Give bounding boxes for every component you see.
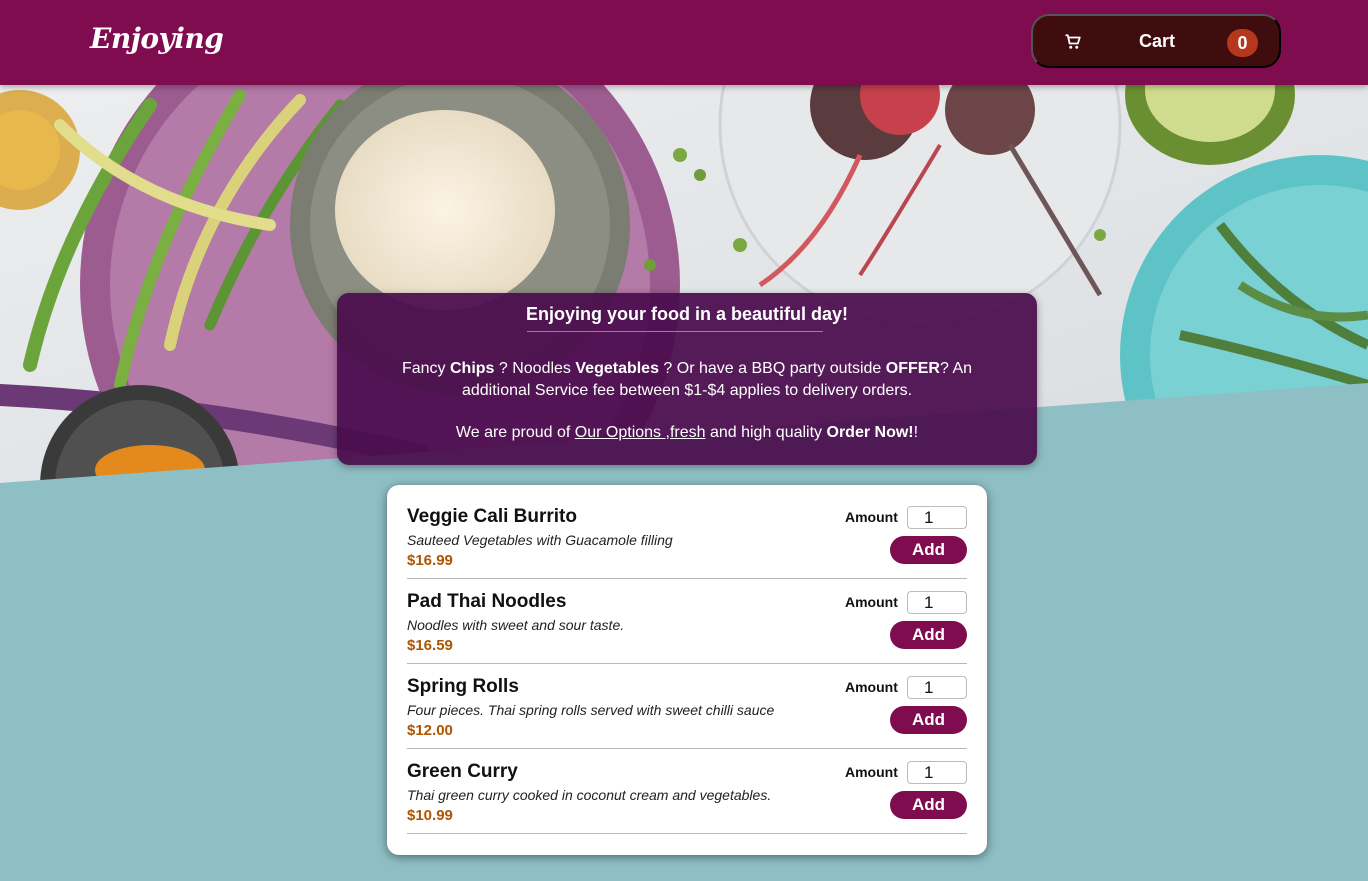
cart-button[interactable]: Cart 0 [1031, 14, 1281, 68]
meal-name: Green Curry [407, 761, 518, 782]
meals-card: Veggie Cali Burrito Sauteed Vegetables w… [387, 485, 987, 855]
amount-input[interactable] [907, 506, 967, 529]
add-button[interactable]: Add [890, 536, 967, 564]
add-button[interactable]: Add [890, 791, 967, 819]
amount-input[interactable] [907, 591, 967, 614]
meal-name: Spring Rolls [407, 676, 519, 697]
amount-input[interactable] [907, 676, 967, 699]
logo[interactable]: Enjoying [90, 22, 224, 55]
amount-label: Amount [845, 594, 898, 610]
shopping-cart-icon [1065, 34, 1081, 49]
add-button[interactable]: Add [890, 706, 967, 734]
meal-description: Sauteed Vegetables with Guacamole fillin… [407, 532, 673, 548]
meal-price: $16.99 [407, 552, 453, 569]
meal-price: $12.00 [407, 722, 453, 739]
meal-description: Thai green curry cooked in coconut cream… [407, 787, 772, 803]
order-now-text: Order Now! [826, 424, 914, 441]
summary-title: Enjoying your food in a beautiful day! [525, 304, 848, 324]
meal-price: $10.99 [407, 807, 453, 824]
meal-item: Pad Thai Noodles Noodles with sweet and … [407, 579, 967, 664]
add-button[interactable]: Add [890, 621, 967, 649]
meal-description: Four pieces. Thai spring rolls served wi… [407, 702, 775, 718]
cart-label: Cart [1139, 31, 1176, 51]
title-underline [527, 331, 823, 332]
amount-label: Amount [845, 679, 898, 695]
meal-name: Pad Thai Noodles [407, 591, 567, 612]
meal-item: Veggie Cali Burrito Sauteed Vegetables w… [407, 494, 967, 579]
meal-price: $16.59 [407, 637, 453, 654]
cart-count-badge: 0 [1227, 29, 1258, 57]
meal-item: Spring Rolls Four pieces. Thai spring ro… [407, 664, 967, 749]
amount-input[interactable] [907, 761, 967, 784]
meal-item: Green Curry Thai green curry cooked in c… [407, 749, 967, 834]
amount-label: Amount [845, 509, 898, 525]
meal-name: Veggie Cali Burrito [407, 506, 577, 527]
site-header: Enjoying Cart 0 [0, 0, 1368, 85]
meal-description: Noodles with sweet and sour taste. [407, 617, 625, 633]
summary-cta-paragraph: We are proud of Our Options ,fresh and h… [455, 424, 919, 441]
amount-label: Amount [845, 764, 898, 780]
summary-paragraph: Fancy Chips ? Noodles Vegetables ? Or ha… [401, 360, 973, 399]
summary-card: Enjoying your food in a beautiful day! F… [337, 293, 1037, 465]
our-options-link[interactable]: Our Options ,fresh [575, 424, 706, 441]
